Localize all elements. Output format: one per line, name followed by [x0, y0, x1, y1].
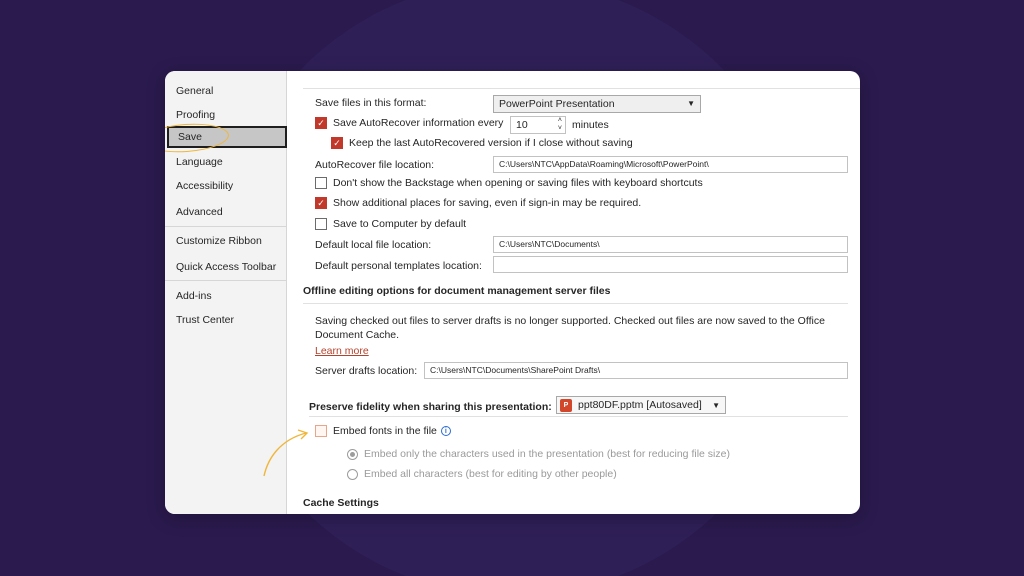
server-drafts-label: Server drafts location: — [315, 365, 418, 377]
dont-show-backstage-checkbox[interactable] — [315, 177, 327, 189]
keep-last-row: ✓ Keep the last AutoRecovered version if… — [331, 137, 633, 149]
offline-divider — [303, 303, 848, 304]
fidelity-file-value: ppt80DF.pptm [Autosaved] — [578, 399, 702, 411]
embed-all-label: Embed all characters (best for editing b… — [364, 468, 617, 480]
save-to-computer-checkbox[interactable] — [315, 218, 327, 230]
embed-fonts-row: Embed fonts in the file i — [315, 425, 451, 437]
sidebar-item-trust-center[interactable]: Trust Center — [165, 309, 287, 331]
sidebar-item-general[interactable]: General — [165, 80, 287, 102]
save-to-computer-row: Save to Computer by default — [315, 218, 466, 230]
sidebar-item-advanced[interactable]: Advanced — [165, 201, 287, 223]
minutes-row: minutes — [572, 119, 609, 131]
embed-only-label: Embed only the characters used in the pr… — [364, 448, 730, 460]
fidelity-section-title: Preserve fidelity when sharing this pres… — [309, 401, 552, 413]
cache-section-title: Cache Settings — [303, 497, 379, 509]
autorecover-label: Save AutoRecover information every — [333, 117, 504, 129]
dont-show-backstage-row: Don't show the Backstage when opening or… — [315, 177, 703, 189]
powerpoint-file-icon: P — [560, 398, 572, 412]
format-dropdown[interactable]: PowerPoint Presentation ▼ — [493, 95, 701, 113]
show-additional-places-row: ✓ Show additional places for saving, eve… — [315, 197, 641, 209]
learn-more-link[interactable]: Learn more — [315, 345, 369, 357]
autorecover-location-row: AutoRecover file location: — [315, 159, 434, 171]
save-to-computer-label: Save to Computer by default — [333, 218, 467, 230]
annotation-arrow-icon — [263, 429, 309, 477]
dropdown-arrow-icon: ▼ — [687, 99, 695, 108]
format-row: Save files in this format: — [315, 97, 426, 109]
embed-all-radio[interactable] — [347, 468, 358, 480]
offline-note-line2: Document Cache. — [315, 329, 400, 341]
fidelity-divider — [309, 416, 848, 417]
format-label: Save files in this format: — [315, 97, 427, 109]
dont-show-backstage-label: Don't show the Backstage when opening or… — [333, 177, 703, 189]
embed-only-row: Embed only the characters used in the pr… — [347, 448, 730, 460]
default-local-field[interactable]: C:\Users\NTC\Documents\ — [493, 236, 848, 253]
top-divider — [303, 88, 860, 89]
sidebar-divider — [165, 280, 287, 281]
sidebar-item-customize-ribbon[interactable]: Customize Ribbon — [165, 230, 287, 252]
embed-all-row: Embed all characters (best for editing b… — [347, 468, 617, 480]
sidebar-item-quick-access-toolbar[interactable]: Quick Access Toolbar — [165, 256, 287, 278]
spinner-arrows-icon[interactable]: ˄ ˅ — [558, 117, 562, 133]
show-additional-places-label: Show additional places for saving, even … — [333, 197, 642, 209]
autorecover-minutes-spinner[interactable]: 10 ˄ ˅ — [510, 116, 566, 134]
show-additional-places-checkbox[interactable]: ✓ — [315, 197, 327, 209]
keep-last-label: Keep the last AutoRecovered version if I… — [349, 137, 633, 149]
arrow-curve — [263, 432, 307, 477]
sidebar-item-proofing[interactable]: Proofing — [165, 104, 287, 126]
autorecover-location-field[interactable]: C:\Users\NTC\AppData\Roaming\Microsoft\P… — [493, 156, 848, 173]
offline-section-title: Offline editing options for document man… — [303, 285, 611, 297]
default-templates-row: Default personal templates location: — [315, 260, 482, 272]
dropdown-arrow-icon: ▼ — [712, 400, 720, 410]
sidebar-divider — [165, 226, 287, 227]
autorecover-checkbox[interactable]: ✓ — [315, 117, 327, 129]
default-local-row: Default local file location: — [315, 239, 431, 251]
autorecover-location-label: AutoRecover file location: — [315, 159, 435, 171]
autorecover-row: ✓ Save AutoRecover information every — [315, 117, 503, 129]
default-templates-field[interactable] — [493, 256, 848, 273]
server-drafts-field[interactable]: C:\Users\NTC\Documents\SharePoint Drafts… — [424, 362, 848, 379]
default-templates-label: Default personal templates location: — [315, 260, 482, 272]
format-dropdown-value: PowerPoint Presentation — [499, 98, 615, 110]
offline-note-line1: Saving checked out files to server draft… — [315, 315, 825, 327]
sidebar-item-add-ins[interactable]: Add-ins — [165, 285, 287, 307]
minutes-label: minutes — [572, 119, 609, 131]
default-local-label: Default local file location: — [315, 239, 432, 251]
save-options-panel: Save files in this format: PowerPoint Pr… — [288, 71, 860, 514]
sidebar-item-accessibility[interactable]: Accessibility — [165, 175, 287, 197]
info-icon[interactable]: i — [440, 426, 451, 436]
sidebar-item-language[interactable]: Language — [165, 151, 287, 173]
embed-fonts-label: Embed fonts in the file — [333, 425, 437, 437]
fidelity-file-dropdown[interactable]: P ppt80DF.pptm [Autosaved] ▼ — [556, 396, 726, 414]
embed-only-radio[interactable] — [347, 448, 358, 460]
autorecover-minutes-value: 10 — [516, 119, 528, 131]
server-drafts-row: Server drafts location: — [315, 365, 417, 377]
keep-last-checkbox[interactable]: ✓ — [331, 137, 343, 149]
